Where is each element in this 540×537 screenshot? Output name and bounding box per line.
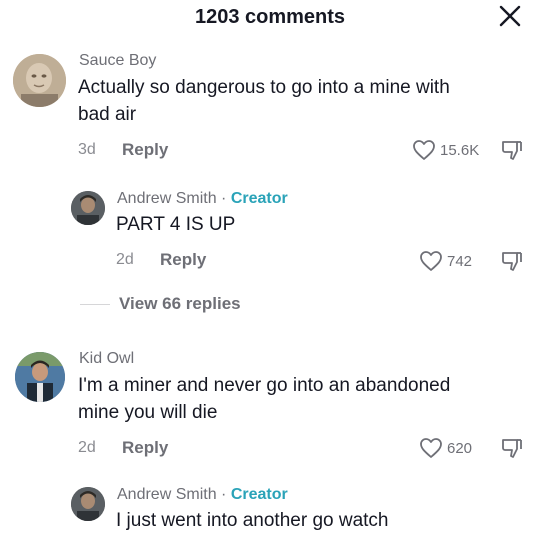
- avatar[interactable]: [71, 487, 105, 521]
- close-button[interactable]: [494, 2, 526, 32]
- heart-icon: [413, 140, 435, 160]
- thumbs-down-icon: [502, 252, 522, 271]
- comment-time: 2d: [78, 439, 96, 456]
- dislike-button[interactable]: [500, 436, 524, 460]
- avatar[interactable]: [13, 54, 66, 107]
- creator-badge: Creator: [230, 486, 288, 503]
- comment-text-line: bad air: [78, 104, 137, 125]
- creator-badge: Creator: [230, 190, 288, 207]
- reply-button[interactable]: Reply: [122, 140, 168, 160]
- like-button[interactable]: 620: [419, 436, 472, 460]
- comment-text-line: Actually so dangerous to go into a mine …: [78, 77, 450, 98]
- view-replies-label: View 66 replies: [119, 294, 241, 313]
- reply-item: Andrew Smith · Creator I just went into …: [0, 482, 540, 537]
- comments-header: 1203 comments: [0, 0, 540, 36]
- comment-username[interactable]: Sauce Boy: [79, 52, 156, 70]
- like-count: 742: [447, 252, 473, 270]
- dislike-button[interactable]: [500, 249, 524, 273]
- reply-item: Andrew Smith · Creator PART 4 IS UP 2d R…: [0, 186, 540, 286]
- reply-time: 2d: [116, 251, 134, 268]
- reply-button[interactable]: Reply: [160, 250, 206, 270]
- heart-icon: [420, 438, 442, 458]
- comment-text-line: I'm a miner and never go into an abandon…: [78, 375, 451, 396]
- comment-time: 3d: [78, 141, 96, 158]
- divider-line: [80, 304, 110, 305]
- comment-item: Sauce Boy Actually so dangerous to go in…: [0, 48, 540, 168]
- comment-username[interactable]: Kid Owl: [79, 350, 134, 368]
- comment-text-line: mine you will die: [78, 402, 218, 423]
- heart-icon: [420, 251, 442, 271]
- avatar[interactable]: [71, 191, 105, 225]
- like-count: 15.6K: [440, 141, 480, 159]
- comment-item: Kid Owl I'm a miner and never go into an…: [0, 344, 540, 464]
- close-icon: [499, 5, 521, 27]
- separator-dot: ·: [221, 486, 227, 503]
- separator-dot: ·: [221, 190, 227, 207]
- reply-text: PART 4 IS UP: [116, 214, 236, 235]
- reply-button[interactable]: Reply: [122, 438, 168, 458]
- thumbs-down-icon: [502, 141, 522, 160]
- reply-username[interactable]: Andrew Smith: [117, 190, 217, 207]
- reply-username-line: Andrew Smith · Creator: [117, 486, 288, 504]
- reply-username[interactable]: Andrew Smith: [117, 486, 217, 503]
- thumbs-down-icon: [502, 439, 522, 458]
- like-count: 620: [447, 439, 473, 457]
- like-button[interactable]: 15.6K: [412, 138, 479, 162]
- like-button[interactable]: 742: [419, 249, 472, 273]
- comments-count-title: 1203 comments: [194, 6, 346, 28]
- reply-username-line: Andrew Smith · Creator: [117, 190, 288, 208]
- avatar[interactable]: [15, 352, 65, 402]
- dislike-button[interactable]: [500, 138, 524, 162]
- reply-text: I just went into another go watch: [116, 510, 389, 531]
